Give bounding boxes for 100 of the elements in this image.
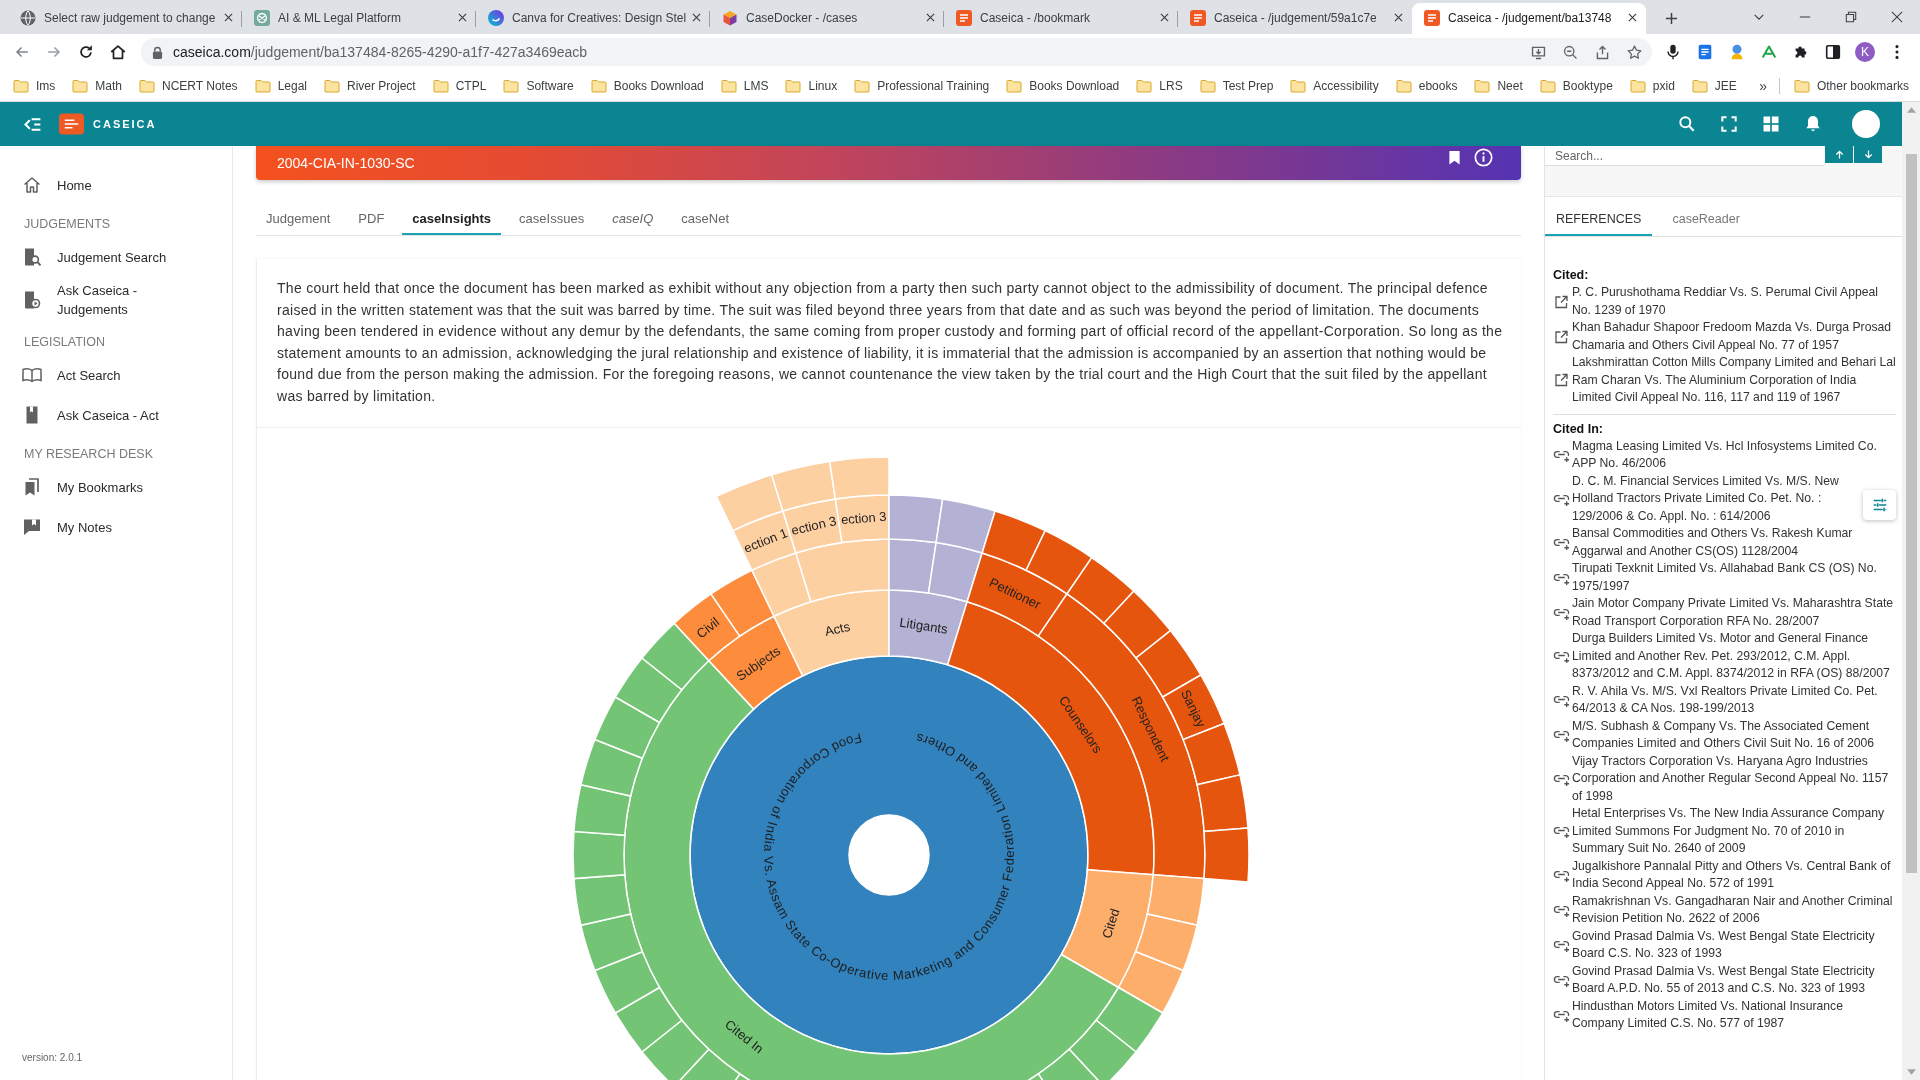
reload-icon[interactable]	[77, 43, 95, 61]
sidebar-item[interactable]: Home	[0, 165, 232, 205]
citation-link[interactable]: Tirupati Texknit Limited Vs. Allahabad Bank CS (OS) No. 1975/1997	[1553, 560, 1896, 595]
browser-tab[interactable]: Select raw judgement to change	[8, 3, 242, 34]
down-arrow-button[interactable]	[1854, 146, 1882, 163]
citation-link[interactable]: Magma Leasing Limited Vs. Hcl Infosystems Limited Co. APP No. 46/2006	[1553, 437, 1896, 473]
lock-icon[interactable]	[152, 45, 163, 59]
close-icon[interactable]	[1394, 13, 1403, 22]
up-arrow-button[interactable]	[1825, 146, 1853, 163]
triangle-icon[interactable]	[1760, 43, 1778, 61]
content-tab[interactable]: caseIQ	[602, 203, 664, 235]
bookmark-folder[interactable]: River Project	[318, 73, 422, 98]
citation-link[interactable]: D. C. M. Financial Services Limited Vs. M/S. New Holland Tractors Private Limited Co. Pet. No. : 129/2006 & Co. Appl. No. : 614/2006	[1553, 472, 1863, 525]
citation-link[interactable]: Durga Builders Limited Vs. Motor and General Finance Limited and Another Rev. Pet. 293/2012, C.M. Appl. 8373/2012 and C.M. Appl. 8374/2012 in RFA (OS) 88/2007	[1553, 630, 1896, 683]
bookmark-folder[interactable]: CTPL	[426, 73, 493, 98]
sidebar-item[interactable]: Ask Caseica - Judgements	[0, 277, 232, 323]
folder-icon	[1539, 78, 1556, 93]
bookmark-folder[interactable]: ebooks	[1389, 73, 1464, 98]
search-icon[interactable]	[1677, 114, 1697, 134]
bookmark-folder[interactable]: Accessibility	[1284, 73, 1385, 98]
panel-tab[interactable]: caseReader	[1661, 197, 1751, 236]
book-search-icon	[22, 247, 42, 267]
scrollbar-thumb[interactable]	[1905, 154, 1917, 873]
grid-icon[interactable]	[1761, 114, 1781, 134]
close-icon[interactable]	[458, 13, 467, 22]
zoom-out-icon[interactable]	[1561, 43, 1579, 61]
side-panel-icon[interactable]	[1824, 43, 1842, 61]
bookmark-folder[interactable]: JEE	[1685, 73, 1743, 98]
content-tab[interactable]: caseNet	[671, 203, 740, 235]
citation-link[interactable]: Ramakrishnan Vs. Gangadharan Nair and Another Criminal Revision Petition No. 2622 of 2006	[1553, 892, 1896, 928]
close-icon[interactable]	[1160, 13, 1169, 22]
avatar[interactable]	[1852, 110, 1880, 138]
content-tab[interactable]: PDF	[348, 203, 395, 235]
browser-tab[interactable]: Canva for Creatives: Design Stel	[476, 3, 710, 34]
bookmark-folder[interactable]: Legal	[248, 73, 313, 98]
bookmark-folder[interactable]: Books Download	[584, 73, 710, 98]
folder-icon	[854, 78, 871, 93]
bookmark-folder[interactable]: Professional Training	[848, 73, 996, 98]
plus-icon[interactable]	[1665, 12, 1678, 25]
citation-link[interactable]: Khan Bahadur Shapoor Fredoom Mazda Vs. Durga Prosad Chamaria and Others Civil Appeal No. 77 of 1957	[1553, 319, 1896, 354]
citation-link[interactable]: Hetal Enterprises Vs. The New India Assurance Company Limited Summons For Judgment No. 70 of 2010 in Summary Suit No. 2640 of 2009	[1553, 805, 1896, 858]
close-icon[interactable]	[1891, 11, 1903, 23]
close-icon[interactable]	[224, 13, 233, 22]
bookmark-folder[interactable]: Software	[497, 73, 580, 98]
citation-link[interactable]: Bansal Commodities and Others Vs. Rakesh Kumar Aggarwal and Another CS(OS) 1128/2004	[1553, 525, 1896, 560]
citation-text: 2004-CIA-IN-1030-SC	[277, 155, 415, 171]
sidebar-item[interactable]: Judgement Search	[0, 237, 232, 277]
panel-tab[interactable]: REFERENCES	[1545, 197, 1653, 236]
bookmark-icon[interactable]	[1448, 150, 1461, 165]
bookmark-folder[interactable]: Books Download	[1000, 73, 1126, 98]
citation-link[interactable]: Govind Prasad Dalmia Vs. West Bengal State Electricity Board C.S. No. 323 of 1993	[1553, 927, 1896, 963]
star-icon[interactable]	[1625, 43, 1643, 61]
bookmark-folder[interactable]: Booktype	[1533, 73, 1619, 98]
sidebar-heading: JUDGEMENTS	[23, 216, 112, 233]
close-icon[interactable]	[692, 13, 701, 22]
fullscreen-icon[interactable]	[1719, 114, 1739, 134]
sidebar-item[interactable]: Ask Caseica - Act	[0, 395, 232, 435]
citation-link[interactable]: Jain Motor Company Private Limited Vs. Maharashtra State Road Transport Corporation RFA No. 28/2007	[1553, 595, 1896, 630]
citation-link[interactable]: Govind Prasad Dalmia Vs. West Bengal State Electricity Board A.P.D. No. 55 of 2013 and C.S. No. 323 of 1993	[1553, 962, 1896, 998]
bookmark-folder[interactable]: Ims	[7, 73, 62, 98]
search-field[interactable]: Search...	[1545, 146, 1824, 166]
restore-icon[interactable]	[1845, 11, 1857, 23]
browser-tab[interactable]: AI & ML Legal Platform	[242, 3, 476, 34]
bookmark-folder[interactable]: Neet	[1468, 73, 1529, 98]
close-icon[interactable]	[1628, 13, 1637, 22]
tune-button[interactable]	[1863, 489, 1896, 520]
close-icon[interactable]	[926, 13, 935, 22]
bookmark-folder[interactable]: Linux	[779, 73, 844, 98]
browser-tab[interactable]: Caseica - /judgement/59a1c7e	[1178, 3, 1412, 34]
more-bookmarks-button[interactable]: »	[1753, 77, 1773, 94]
profile-button[interactable]: K	[1855, 42, 1875, 62]
citation-link[interactable]: Lakshmirattan Cotton Mills Company Limited and Behari Lal Ram Charan Vs. The Aluminium Corporation of India Limited Civil Appeal No. 116, 117 and 119 of 1967	[1553, 354, 1896, 407]
browser-tab[interactable]: Caseica - /bookmark	[944, 3, 1178, 34]
content-tab[interactable]: Judgement	[256, 203, 341, 235]
citation-link[interactable]: Jugalkishore Pannalal Pitty and Others Vs. Central Bank of India Second Appeal No. 572 of 1991	[1553, 857, 1896, 893]
bookmark-folder[interactable]: Math	[66, 73, 129, 98]
citation-link[interactable]: Vijay Tractors Corporation Vs. Haryana Agro Industries Corporation and Another Regular Second Appeal No. 1157 of 1998	[1553, 752, 1896, 805]
bookmark-folder[interactable]: NCERT Notes	[133, 73, 244, 98]
scrollbar[interactable]	[1902, 102, 1920, 1080]
citation-link[interactable]: Hindusthan Motors Limited Vs. National Insurance Company Limited C.S. No. 577 of 1987	[1553, 997, 1896, 1033]
browser-tab[interactable]: Caseica - /judgement/ba13748	[1412, 3, 1646, 34]
citation-link[interactable]: M/S. Subhash & Company Vs. The Associated Cement Companies Limited and Others Civil Suit No. 16 of 2006	[1553, 717, 1896, 753]
sidebar-item[interactable]: Act Search	[0, 355, 232, 395]
citation-link[interactable]: R. V. Ahila Vs. M/S. Vxl Realtors Private Limited Co. Pet. 64/2013 & CA Nos. 198-199/2013	[1553, 682, 1896, 718]
speech-bubble-icon	[22, 517, 42, 537]
bookmark-folder[interactable]: LMS	[714, 73, 775, 98]
bookmark-folder[interactable]: pxid	[1623, 73, 1681, 98]
address-bar[interactable]: caseica.com/judgement/ba137484-8265-4290-a1f7-427a3469eacb	[141, 38, 1652, 66]
sidebar-item[interactable]: My Notes	[0, 507, 232, 547]
content-tab[interactable]: caseInsights	[402, 203, 502, 235]
citation-link[interactable]: P. C. Purushothama Reddiar Vs. S. Perumal Civil Appeal No. 1239 of 1970	[1553, 284, 1896, 319]
document-icon[interactable]	[1696, 43, 1714, 61]
sidebar-item[interactable]: My Bookmarks	[0, 467, 232, 507]
bookmark-folder[interactable]: Test Prep	[1193, 73, 1280, 98]
browser-tab[interactable]: CaseDocker - /cases	[710, 3, 944, 34]
content-tab[interactable]: caseIssues	[509, 203, 595, 235]
info-icon[interactable]	[1474, 148, 1493, 167]
bookmark-folder[interactable]: LRS	[1130, 73, 1189, 98]
home-icon[interactable]	[109, 43, 127, 61]
bookmark-folder[interactable]: Other bookmarks	[1787, 73, 1915, 98]
